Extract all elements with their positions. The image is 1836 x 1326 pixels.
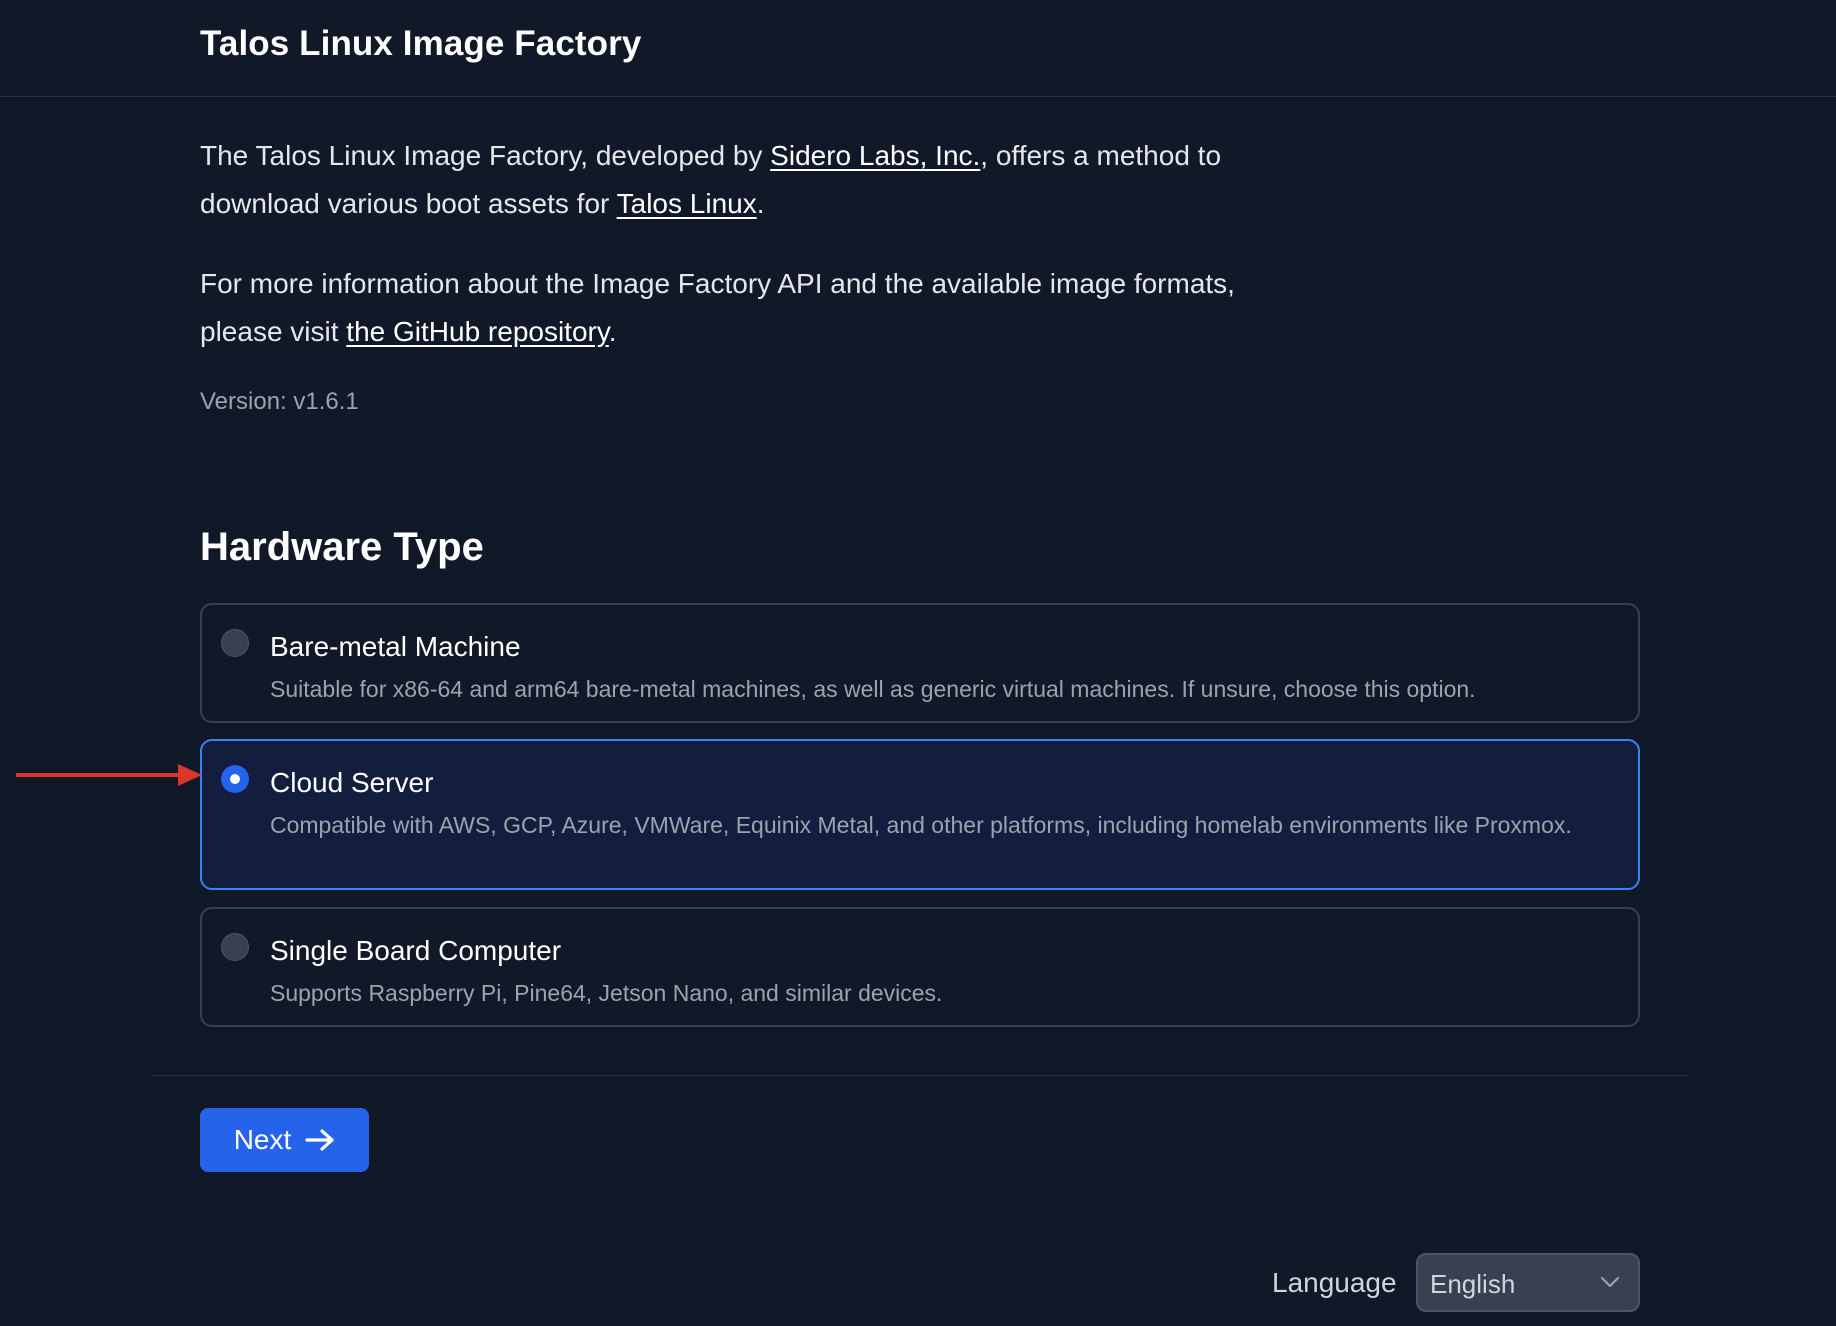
sidero-labs-link[interactable]: Sidero Labs, Inc.: [770, 140, 980, 171]
intro-paragraph: The Talos Linux Image Factory, developed…: [200, 132, 1320, 228]
language-selected-value: English: [1430, 1269, 1516, 1299]
option-title: Cloud Server: [270, 767, 434, 798]
app-title: Talos Linux Image Factory: [200, 24, 642, 63]
divider: [152, 1075, 1688, 1076]
option-title: Single Board Computer: [270, 935, 562, 966]
github-repository-link[interactable]: the GitHub repository: [346, 316, 609, 347]
chevron-down-icon: [1600, 1276, 1620, 1288]
option-description: Supports Raspberry Pi, Pine64, Jetson Na…: [270, 980, 943, 1006]
version-label: Version: v1.6.1: [200, 388, 359, 415]
radio-button[interactable]: [221, 629, 249, 657]
hardware-option-single-board[interactable]: Single Board Computer Supports Raspberry…: [200, 907, 1640, 1027]
next-button[interactable]: Next: [200, 1108, 369, 1172]
language-select[interactable]: English: [1416, 1253, 1640, 1312]
intro-text: .: [756, 188, 765, 219]
option-title: Bare-metal Machine: [270, 631, 521, 662]
next-button-label: Next: [233, 1124, 292, 1155]
top-bar: Talos Linux Image Factory: [0, 0, 1836, 97]
language-label: Language: [1272, 1267, 1397, 1298]
info-text: .: [608, 316, 617, 347]
red-arrow-pointer-icon: [16, 764, 202, 786]
hardware-option-bare-metal[interactable]: Bare-metal Machine Suitable for x86-64 a…: [200, 603, 1640, 723]
radio-button-selected[interactable]: [221, 765, 249, 793]
info-paragraph: For more information about the Image Fac…: [200, 260, 1320, 356]
talos-linux-link[interactable]: Talos Linux: [617, 188, 757, 219]
intro-text: The Talos Linux Image Factory, developed…: [200, 140, 771, 171]
hardware-type-heading: Hardware Type: [200, 525, 484, 569]
hardware-option-cloud-server[interactable]: Cloud Server Compatible with AWS, GCP, A…: [200, 739, 1640, 890]
option-description: Compatible with AWS, GCP, Azure, VMWare,…: [270, 812, 1572, 838]
option-description: Suitable for x86-64 and arm64 bare-metal…: [270, 676, 1476, 702]
radio-button[interactable]: [221, 933, 249, 961]
arrow-right-icon: [305, 1129, 334, 1151]
